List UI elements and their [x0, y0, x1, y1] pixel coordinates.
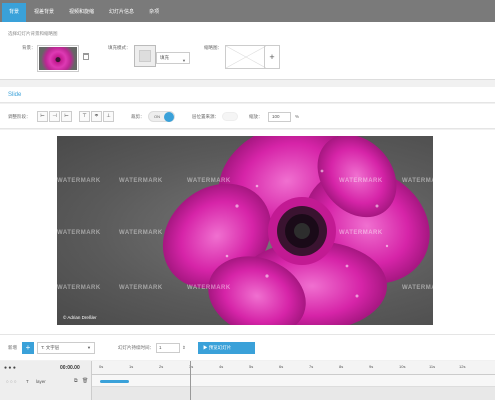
chevron-down-icon: ▼	[87, 345, 91, 350]
align-bottom-icon[interactable]: ⊥	[103, 111, 114, 122]
timeline-tick: 5s	[249, 364, 254, 369]
preview-slide-label: 预览幻灯片	[208, 345, 232, 350]
layer-name[interactable]: layer	[36, 379, 46, 384]
watermark-text: WATERMARK	[402, 178, 433, 184]
chevron-down-icon: ▼	[182, 58, 186, 63]
watermark-text: WATERMARK	[339, 230, 383, 236]
timeline-tick: 9s	[369, 364, 374, 369]
slide-canvas: WATERMARK WATERMARK WATERMARK WATERMARK …	[0, 130, 495, 334]
trash-icon[interactable]	[83, 53, 89, 60]
layer-type-select[interactable]: T: 文字层 ▼	[37, 342, 95, 354]
watermark-text: WATERMARK	[119, 285, 163, 291]
zoom-input[interactable]: 100	[268, 112, 291, 122]
align-center-icon[interactable]: ⊣	[49, 111, 60, 122]
timeline-tick: 11s	[429, 364, 436, 369]
tab-slide-info[interactable]: 幻灯片信息	[102, 3, 141, 22]
toggle-knob	[164, 112, 174, 122]
zoom-unit: %	[295, 114, 300, 119]
layer-toggle-icons[interactable]: ○ ○ ○	[6, 379, 17, 384]
timeline-tick: 10s	[399, 364, 406, 369]
toggle-value: ON	[154, 114, 160, 119]
slide-section-header: Slide	[0, 87, 495, 103]
spinner-icon[interactable]: ⇕	[182, 345, 186, 351]
watermark-text: WATERMARK	[119, 230, 163, 236]
fill-mode-value: 填充	[160, 55, 169, 60]
align-left-icon[interactable]: ⊢	[37, 111, 48, 122]
timeline-ruler[interactable]: 0s 1s 2s 3s 4s 5s 6s 7s 8s 9s 10s 11s 12s	[92, 361, 495, 375]
watermark-text: WATERMARK	[187, 178, 231, 184]
parallax-label: 层位置来源：	[192, 114, 219, 119]
timecode: 00:00.00	[60, 365, 80, 371]
watermark-text: WATERMARK	[402, 285, 433, 291]
timeline-layer-panel: ● ● ● 00:00.00 ○ ○ ○ T layer ⧉ 🗑	[0, 361, 92, 400]
fill-mode-label: 填充模式：	[108, 45, 131, 50]
zoom-label: 缩放：	[249, 114, 263, 119]
add-layer-button[interactable]: +	[22, 342, 34, 354]
timeline-tick: 8s	[339, 364, 344, 369]
align-right-icon[interactable]: ⊢	[61, 111, 72, 122]
duplicate-icon[interactable]: ⧉	[74, 378, 78, 384]
slide-title: Slide	[8, 92, 22, 98]
timeline-layer-track	[92, 375, 495, 387]
layer-type-value: T: 文字层	[41, 345, 60, 350]
background-thumbnail[interactable]	[37, 45, 79, 72]
background-label: 背景：	[22, 45, 36, 50]
tab-video-zoom[interactable]: 视频和旋缩	[62, 3, 101, 22]
thumbnail-picker[interactable]: +	[225, 45, 280, 69]
layer-controls-bar: 新增 + T: 文字层 ▼ 幻灯片持续时间： 1 ⇕ ▶ 预览幻灯片	[0, 334, 495, 360]
new-layer-label: 新增	[8, 345, 17, 350]
add-thumbnail-button[interactable]: +	[264, 46, 279, 68]
crop-label: 裁剪：	[131, 114, 145, 119]
watermark-text: WATERMARK	[339, 178, 383, 184]
empty-image-icon	[226, 46, 266, 68]
preview-slide-button[interactable]: ▶ 预览幻灯片	[198, 342, 255, 354]
timeline-tick: 4s	[219, 364, 224, 369]
fill-mode-select[interactable]: 填充 ▼	[156, 52, 190, 64]
align-label: 调整阶段：	[8, 114, 31, 119]
timeline: ● ● ● 00:00.00 ○ ○ ○ T layer ⧉ 🗑 0s 1s 2s 3…	[0, 361, 495, 400]
tab-parallax-background[interactable]: 视差背景	[27, 3, 61, 22]
watermark-text: WATERMARK	[57, 285, 101, 291]
tab-bar: 背景 视差背景 视频和旋缩 幻灯片信息 杂项	[0, 0, 495, 22]
tab-background[interactable]: 背景	[2, 3, 27, 22]
align-middle-icon[interactable]: ≑	[91, 111, 102, 122]
timeline-tick: 7s	[309, 364, 314, 369]
timeline-tick: 2s	[159, 364, 164, 369]
timeline-tick: 12s	[459, 364, 466, 369]
crop-toggle[interactable]: ON	[148, 111, 175, 122]
watermark-text: WATERMARK	[57, 230, 101, 236]
timeline-tick: 1s	[129, 364, 134, 369]
timeline-playhead[interactable]	[190, 361, 191, 400]
photo-credit: © Adrian Dreßler	[63, 315, 97, 320]
flower-thumbnail-image	[39, 47, 77, 70]
background-caption: 选择幻灯片背景和缩略图	[8, 31, 58, 36]
timeline-tick: 6s	[279, 364, 284, 369]
watermark-text: WATERMARK	[119, 178, 163, 184]
slide-duration-input[interactable]: 1	[156, 343, 180, 353]
trash-icon[interactable]: 🗑	[82, 378, 88, 384]
text-layer-icon: T	[26, 379, 29, 384]
slide-duration-label: 幻灯片持续时间：	[118, 345, 154, 350]
visibility-lock-icons[interactable]: ● ● ●	[4, 365, 16, 371]
tab-misc[interactable]: 杂项	[142, 3, 166, 22]
thumbnail-label: 缩略图：	[204, 45, 222, 50]
watermark-text: WATERMARK	[187, 285, 231, 291]
align-top-icon[interactable]: ⊤	[79, 111, 90, 122]
background-panel: 选择幻灯片背景和缩略图 背景： 填充模式： 填充 ▼ 缩略图： +	[0, 22, 495, 80]
fill-mode-preview[interactable]	[134, 45, 156, 67]
parallax-toggle[interactable]	[222, 112, 238, 121]
timeline-tick: 0s	[99, 364, 104, 369]
slide-toolbar: 调整阶段： ⊢ ⊣ ⊢ ⊤ ≑ ⊥ 裁剪： ON 层位置来源： 缩放： 100 …	[0, 104, 495, 129]
layer-duration-bar[interactable]	[100, 380, 129, 383]
slide-background-image[interactable]: WATERMARK WATERMARK WATERMARK WATERMARK …	[57, 136, 433, 325]
watermark-text: WATERMARK	[57, 178, 101, 184]
